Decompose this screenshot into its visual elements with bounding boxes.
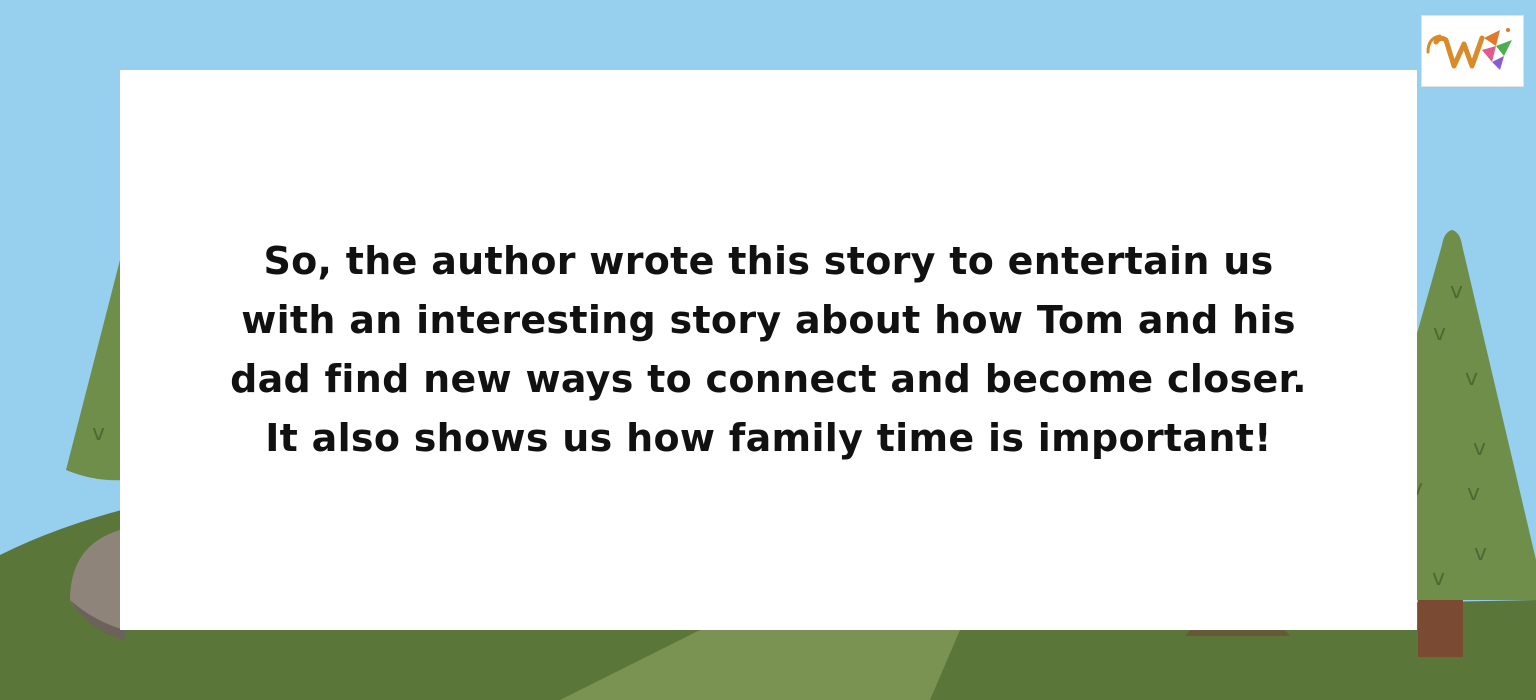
story-card: So, the author wrote this story to enter… — [120, 70, 1417, 630]
svg-text:v: v — [1450, 279, 1463, 304]
svg-text:v: v — [1465, 366, 1478, 391]
story-text: So, the author wrote this story to enter… — [230, 239, 1307, 460]
svg-text:v: v — [1432, 566, 1445, 591]
brand-logo — [1421, 15, 1524, 87]
svg-text:v: v — [1433, 321, 1446, 346]
svg-text:v: v — [1474, 541, 1487, 566]
svg-text:v: v — [1467, 481, 1480, 506]
svg-text:v: v — [1473, 436, 1486, 461]
right-tree-trunk — [1418, 595, 1463, 657]
w-letter-logo-icon — [1426, 28, 1512, 70]
svg-text:v: v — [92, 421, 105, 446]
